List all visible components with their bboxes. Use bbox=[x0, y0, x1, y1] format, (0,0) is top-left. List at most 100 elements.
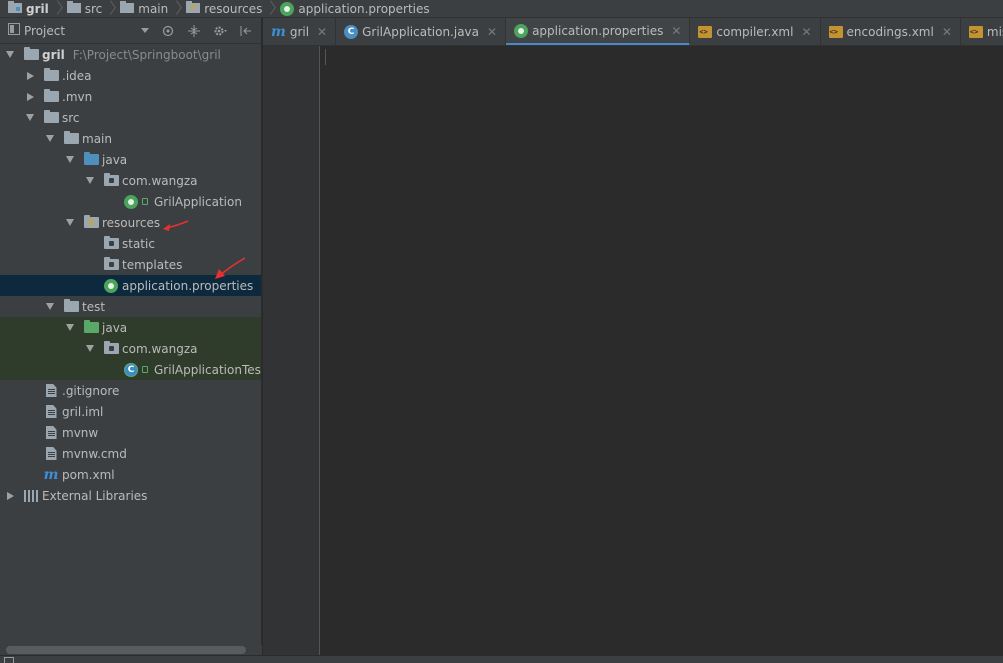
libraries-icon bbox=[23, 489, 39, 503]
source-folder-icon bbox=[83, 152, 99, 167]
expand-arrow-icon[interactable] bbox=[5, 50, 15, 60]
locate-file-icon[interactable] bbox=[161, 24, 175, 38]
text-file-icon bbox=[43, 426, 59, 440]
breadcrumb-item-application-properties[interactable]: application.properties bbox=[278, 0, 433, 18]
project-path: F:\Project\Springboot\gril bbox=[72, 47, 221, 62]
current-line[interactable] bbox=[321, 46, 1003, 68]
tree-item-static[interactable]: static bbox=[0, 233, 261, 254]
tree-item-java-test[interactable]: java bbox=[0, 317, 261, 338]
project-view-selector[interactable]: Project bbox=[24, 24, 65, 38]
package-icon bbox=[103, 341, 119, 356]
test-class-icon: C bbox=[123, 362, 139, 377]
tree-item-mvnw[interactable]: mvnw bbox=[0, 422, 261, 443]
spring-boot-class-icon bbox=[123, 194, 139, 209]
tree-item-external-libraries[interactable]: External Libraries bbox=[0, 485, 261, 506]
tree-item-java-main[interactable]: java bbox=[0, 149, 261, 170]
expand-arrow-icon[interactable] bbox=[85, 176, 95, 186]
hide-panel-icon[interactable] bbox=[239, 24, 253, 38]
close-icon[interactable]: ✕ bbox=[801, 25, 811, 39]
editor-area: m gril ✕ C GrilApplication.java ✕ applic… bbox=[263, 18, 1003, 655]
expand-arrow-icon[interactable] bbox=[45, 302, 55, 312]
spring-properties-icon bbox=[280, 1, 295, 16]
module-file-icon bbox=[43, 405, 59, 419]
breadcrumb-separator bbox=[53, 0, 61, 18]
tab-gril[interactable]: m gril ✕ bbox=[263, 18, 337, 45]
status-bar bbox=[0, 655, 1003, 663]
editor-tabs: m gril ✕ C GrilApplication.java ✕ applic… bbox=[263, 18, 1003, 46]
breadcrumb-item-src[interactable]: src bbox=[65, 0, 119, 18]
folder-icon bbox=[43, 110, 59, 125]
project-view-icon bbox=[8, 23, 20, 38]
tree-item-src[interactable]: src bbox=[0, 107, 261, 128]
tree-item-idea[interactable]: .idea bbox=[0, 65, 261, 86]
expand-arrow-icon[interactable] bbox=[45, 134, 55, 144]
tab-encodings-xml[interactable]: encodings.xml ✕ bbox=[821, 18, 961, 45]
folder-icon bbox=[120, 1, 135, 16]
folder-icon bbox=[66, 1, 81, 16]
module-folder-icon bbox=[23, 47, 39, 62]
folder-icon bbox=[63, 299, 79, 314]
text-caret bbox=[325, 49, 326, 65]
close-icon[interactable]: ✕ bbox=[942, 25, 952, 39]
close-icon[interactable]: ✕ bbox=[487, 25, 497, 39]
tree-item-pom-xml[interactable]: m pom.xml bbox=[0, 464, 261, 485]
tree-item-gitignore[interactable]: .gitignore bbox=[0, 380, 261, 401]
tab-application-properties[interactable]: application.properties ✕ bbox=[506, 18, 691, 45]
tree-item-gril-iml[interactable]: gril.iml bbox=[0, 401, 261, 422]
maven-m-icon: m bbox=[43, 466, 59, 483]
folder-icon bbox=[103, 236, 119, 251]
expand-arrow-icon[interactable] bbox=[65, 155, 75, 165]
tab-misc-xml[interactable]: misc.xml ✕ bbox=[961, 18, 1003, 45]
project-toolbar: Project bbox=[0, 18, 261, 44]
tree-item-mvnw-cmd[interactable]: mvnw.cmd bbox=[0, 443, 261, 464]
expand-arrow-icon[interactable] bbox=[85, 344, 95, 354]
collapse-arrow-icon[interactable] bbox=[25, 71, 35, 81]
toggle-tool-windows-icon[interactable] bbox=[4, 657, 14, 663]
collapse-all-icon[interactable] bbox=[187, 24, 201, 38]
tree-item-gril[interactable]: gril F:\Project\Springboot\gril bbox=[0, 44, 261, 65]
xml-icon bbox=[698, 26, 713, 38]
lock-icon bbox=[142, 366, 148, 373]
breadcrumb-item-main[interactable]: main bbox=[118, 0, 184, 18]
resources-folder-icon bbox=[83, 215, 99, 230]
folder-icon bbox=[63, 131, 79, 146]
close-icon[interactable]: ✕ bbox=[671, 24, 681, 38]
tree-item-package[interactable]: com.wangza bbox=[0, 170, 261, 191]
breadcrumb-item-resources[interactable]: resources bbox=[184, 0, 278, 18]
tree-item-package-test[interactable]: com.wangza bbox=[0, 338, 261, 359]
tree-item-test[interactable]: test bbox=[0, 296, 261, 317]
collapse-arrow-icon[interactable] bbox=[5, 491, 15, 501]
expand-arrow-icon[interactable] bbox=[25, 113, 35, 123]
breadcrumb-separator bbox=[172, 0, 180, 18]
tab-gril-application-java[interactable]: C GrilApplication.java ✕ bbox=[336, 18, 507, 45]
expand-arrow-icon[interactable] bbox=[65, 323, 75, 333]
tree-item-gril-application-tests[interactable]: C GrilApplicationTes bbox=[0, 359, 261, 380]
xml-icon bbox=[828, 26, 843, 38]
xml-icon bbox=[968, 26, 983, 38]
line-number-gutter[interactable] bbox=[263, 46, 320, 655]
chevron-down-icon[interactable] bbox=[141, 28, 150, 33]
tab-compiler-xml[interactable]: compiler.xml ✕ bbox=[690, 18, 821, 45]
collapse-arrow-icon[interactable] bbox=[25, 92, 35, 102]
spring-properties-icon bbox=[103, 278, 119, 293]
resources-folder-icon bbox=[186, 1, 201, 16]
tree-item-mvn[interactable]: .mvn bbox=[0, 86, 261, 107]
text-file-icon bbox=[43, 384, 59, 398]
java-class-icon: C bbox=[344, 25, 359, 39]
tree-item-main[interactable]: main bbox=[0, 128, 261, 149]
tree-item-gril-application[interactable]: GrilApplication bbox=[0, 191, 261, 212]
test-source-folder-icon bbox=[83, 320, 99, 335]
breadcrumb-separator bbox=[106, 0, 114, 18]
text-file-icon bbox=[43, 447, 59, 461]
annotation-arrow-icon bbox=[215, 257, 246, 279]
horizontal-scrollbar[interactable] bbox=[0, 645, 262, 655]
expand-arrow-icon[interactable] bbox=[65, 218, 75, 228]
folder-icon bbox=[43, 89, 59, 104]
scrollbar-thumb[interactable] bbox=[6, 646, 246, 654]
project-panel: Project gril F:\Project\Springboot\gril … bbox=[0, 18, 262, 655]
tree-item-resources[interactable]: resources bbox=[0, 212, 261, 233]
breadcrumb: gril src main resources application.prop… bbox=[0, 0, 1003, 18]
breadcrumb-item-gril[interactable]: gril bbox=[6, 0, 65, 18]
close-icon[interactable]: ✕ bbox=[317, 25, 327, 39]
gear-icon[interactable] bbox=[213, 24, 228, 38]
